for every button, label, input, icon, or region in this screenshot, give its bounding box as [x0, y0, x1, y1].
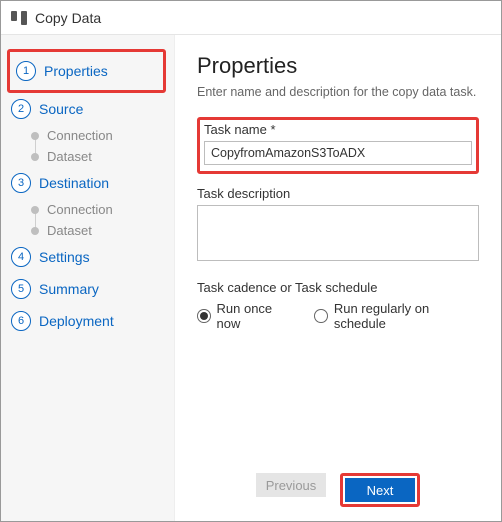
- radio-label: Run once now: [217, 301, 297, 331]
- step-number: 5: [11, 279, 31, 299]
- main-layout: 1 Properties 2 Source Connection Dataset…: [1, 35, 501, 521]
- dot-icon: [31, 227, 39, 235]
- step-settings[interactable]: 4 Settings: [11, 241, 174, 273]
- step-number: 4: [11, 247, 31, 267]
- step-number: 3: [11, 173, 31, 193]
- task-description-input[interactable]: [197, 205, 479, 261]
- step-destination[interactable]: 3 Destination: [11, 167, 174, 199]
- highlight-task-name: Task name *: [197, 117, 479, 174]
- step-source[interactable]: 2 Source: [11, 93, 174, 125]
- dot-icon: [31, 153, 39, 161]
- page-heading: Properties: [197, 53, 479, 79]
- previous-button: Previous: [256, 473, 326, 497]
- substep-label: Dataset: [47, 223, 92, 238]
- step-source-substeps: Connection Dataset: [27, 125, 174, 167]
- radio-run-schedule[interactable]: [314, 309, 328, 323]
- step-label: Destination: [39, 175, 109, 191]
- wizard-footer: Previous Next: [197, 463, 479, 507]
- substep-label: Connection: [47, 128, 113, 143]
- task-cadence-options: Run once now Run regularly on schedule: [197, 301, 479, 331]
- cadence-run-once[interactable]: Run once now: [197, 301, 296, 331]
- step-label: Source: [39, 101, 83, 117]
- substep-label: Dataset: [47, 149, 92, 164]
- dot-icon: [31, 206, 39, 214]
- titlebar: Copy Data: [1, 1, 501, 35]
- step-label: Settings: [39, 249, 90, 265]
- task-cadence-label: Task cadence or Task schedule: [197, 280, 479, 295]
- content-panel: Properties Enter name and description fo…: [175, 35, 501, 521]
- step-label: Summary: [39, 281, 99, 297]
- step-deployment[interactable]: 6 Deployment: [11, 305, 174, 337]
- app-title: Copy Data: [35, 10, 101, 26]
- task-name-input[interactable]: [204, 141, 472, 165]
- step-label: Deployment: [39, 313, 114, 329]
- step-number: 2: [11, 99, 31, 119]
- step-properties[interactable]: 1 Properties: [16, 55, 157, 87]
- task-name-label: Task name *: [204, 122, 472, 137]
- cadence-run-schedule[interactable]: Run regularly on schedule: [314, 301, 479, 331]
- substep-dataset[interactable]: Dataset: [31, 146, 174, 167]
- step-number: 1: [16, 61, 36, 81]
- substep-label: Connection: [47, 202, 113, 217]
- highlight-next-button: Next: [340, 473, 420, 507]
- next-button[interactable]: Next: [345, 478, 415, 502]
- wizard-sidebar: 1 Properties 2 Source Connection Dataset…: [1, 35, 175, 521]
- step-number: 6: [11, 311, 31, 331]
- step-summary[interactable]: 5 Summary: [11, 273, 174, 305]
- radio-run-once[interactable]: [197, 309, 211, 323]
- copy-data-icon: [11, 11, 27, 25]
- task-description-label: Task description: [197, 186, 479, 201]
- highlight-properties-step: 1 Properties: [7, 49, 166, 93]
- substep-connection[interactable]: Connection: [31, 125, 174, 146]
- page-subtitle: Enter name and description for the copy …: [197, 85, 479, 99]
- step-destination-substeps: Connection Dataset: [27, 199, 174, 241]
- dot-icon: [31, 132, 39, 140]
- step-label: Properties: [44, 63, 108, 79]
- substep-dataset[interactable]: Dataset: [31, 220, 174, 241]
- substep-connection[interactable]: Connection: [31, 199, 174, 220]
- radio-label: Run regularly on schedule: [334, 301, 479, 331]
